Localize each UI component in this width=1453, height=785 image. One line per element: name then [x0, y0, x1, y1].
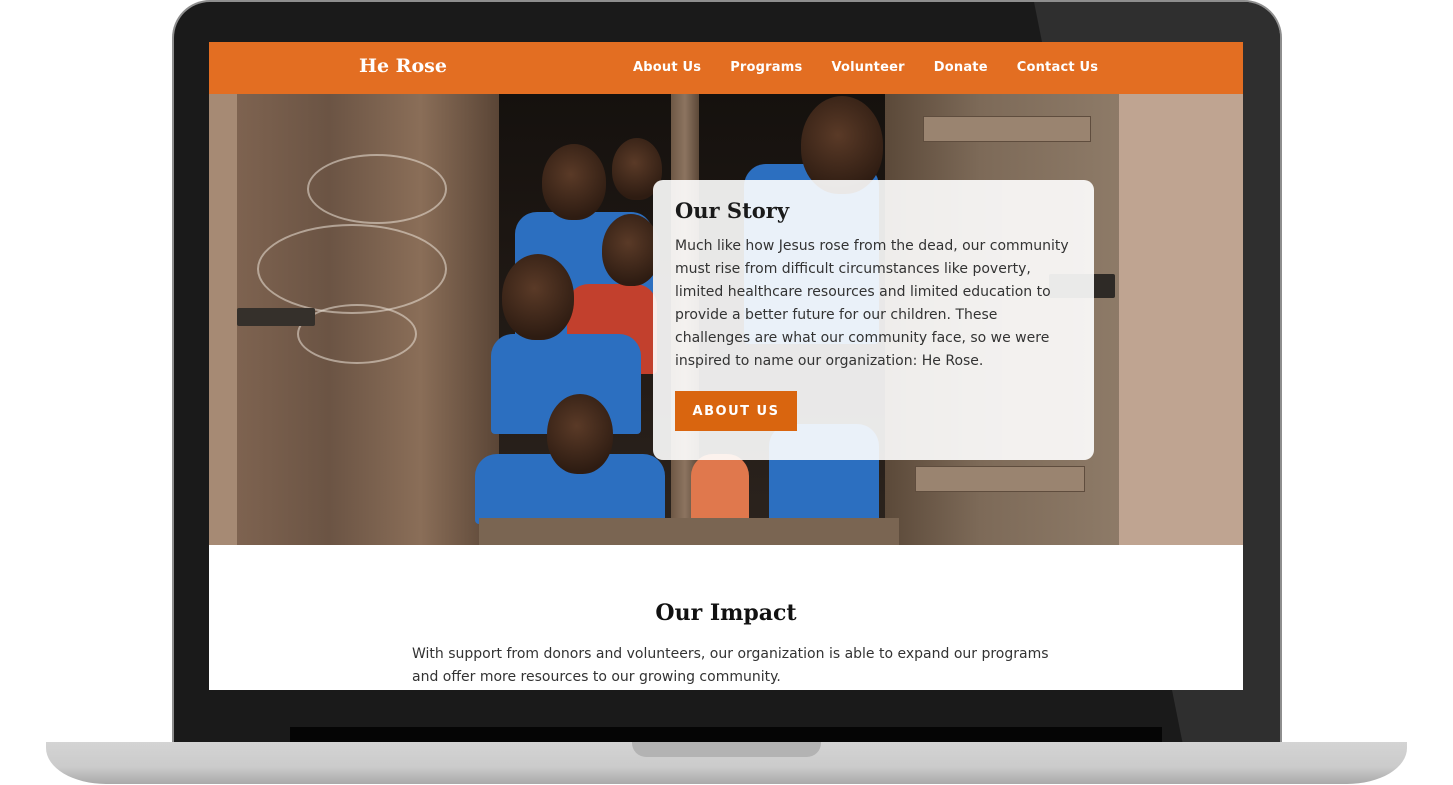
hero-image: Our Story Much like how Jesus rose from …	[209, 94, 1243, 545]
about-us-button[interactable]: ABOUT US	[675, 391, 797, 431]
hero-window-sill	[479, 518, 899, 545]
door-plank	[915, 466, 1085, 492]
hero-child-face	[602, 214, 660, 286]
brand-logo[interactable]: He Rose	[359, 55, 447, 77]
our-story-card: Our Story Much like how Jesus rose from …	[653, 180, 1094, 460]
hero-latch	[237, 308, 315, 326]
hero-wall	[209, 94, 239, 545]
chalk-mark	[257, 224, 447, 314]
chalk-mark	[297, 304, 417, 364]
hero-child-face	[547, 394, 613, 474]
door-plank	[923, 116, 1091, 142]
our-story-title: Our Story	[675, 198, 790, 223]
hero-child-shirt	[691, 454, 749, 524]
nav-links: About Us Programs Volunteer Donate Conta…	[633, 60, 1098, 75]
chalk-mark	[307, 154, 447, 224]
laptop-base	[46, 742, 1407, 784]
laptop-hinge	[290, 727, 1162, 743]
hero-child-face	[542, 144, 606, 220]
impact-text: With support from donors and volunteers,…	[412, 646, 1049, 685]
impact-section: Our Impact With support from donors and …	[209, 545, 1243, 690]
nav-programs[interactable]: Programs	[730, 60, 802, 75]
nav-volunteer[interactable]: Volunteer	[831, 60, 904, 75]
nav-donate[interactable]: Donate	[934, 60, 988, 75]
our-story-text: Much like how Jesus rose from the dead, …	[675, 238, 1069, 369]
hero-wall	[1119, 94, 1243, 545]
impact-title: Our Impact	[655, 600, 797, 626]
nav-about-us[interactable]: About Us	[633, 60, 701, 75]
laptop-notch	[632, 742, 821, 757]
website-screen: He Rose About Us Programs Volunteer Dona…	[209, 42, 1243, 690]
hero-child-face	[502, 254, 574, 340]
navbar: He Rose About Us Programs Volunteer Dona…	[209, 42, 1243, 94]
nav-contact-us[interactable]: Contact Us	[1017, 60, 1098, 75]
